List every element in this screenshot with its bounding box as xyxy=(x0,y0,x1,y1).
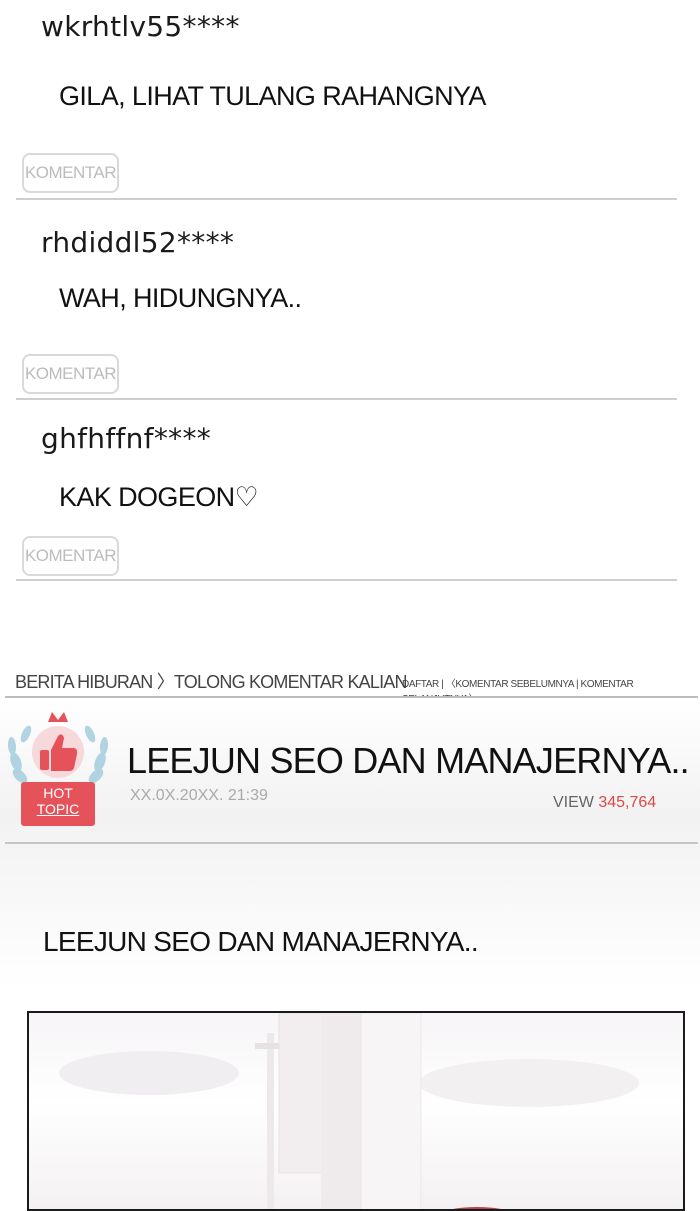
comment-text: GILA, LIHAT TULANG RAHANGNYA xyxy=(59,81,486,111)
comment-text: KAK DOGEON♡ xyxy=(59,482,259,512)
comment-username: wkrhtlv55**** xyxy=(41,10,240,43)
comment-username: rhdiddl52**** xyxy=(41,226,235,259)
comment-username: ghfhffnf**** xyxy=(41,422,212,455)
comment-reply-button[interactable]: KOMENTAR xyxy=(22,354,119,394)
comment-divider xyxy=(16,198,677,200)
post-date: XX.0X.20XX. 21:39 xyxy=(130,787,268,804)
comment-text: WAH, HIDUNGNYA.. xyxy=(59,283,302,313)
hot-topic-label: HOT TOPIC xyxy=(21,785,95,817)
view-counter: VIEW 345,764 xyxy=(553,794,656,812)
view-count: 345,764 xyxy=(598,794,657,811)
hot-topic-line2: TOPIC xyxy=(36,801,80,817)
post-body-title: LEEJUN SEO DAN MANAJERNYA.. xyxy=(43,926,479,957)
comment-divider xyxy=(16,579,677,581)
post-title: LEEJUN SEO DAN MANAJERNYA.. xyxy=(127,740,690,781)
comment-reply-button[interactable]: KOMENTAR xyxy=(22,153,119,193)
hot-topic-line1: HOT xyxy=(43,785,73,801)
photo-illustration xyxy=(59,1013,639,1209)
breadcrumb[interactable]: BERITA HIBURAN 〉TOLONG KOMENTAR KALIAN xyxy=(15,668,407,694)
comment-reply-button[interactable]: KOMENTAR xyxy=(22,536,119,576)
post-header-divider xyxy=(5,842,698,844)
comment-divider xyxy=(16,398,677,400)
view-label: VIEW xyxy=(553,794,594,811)
post-photo xyxy=(27,1011,685,1211)
